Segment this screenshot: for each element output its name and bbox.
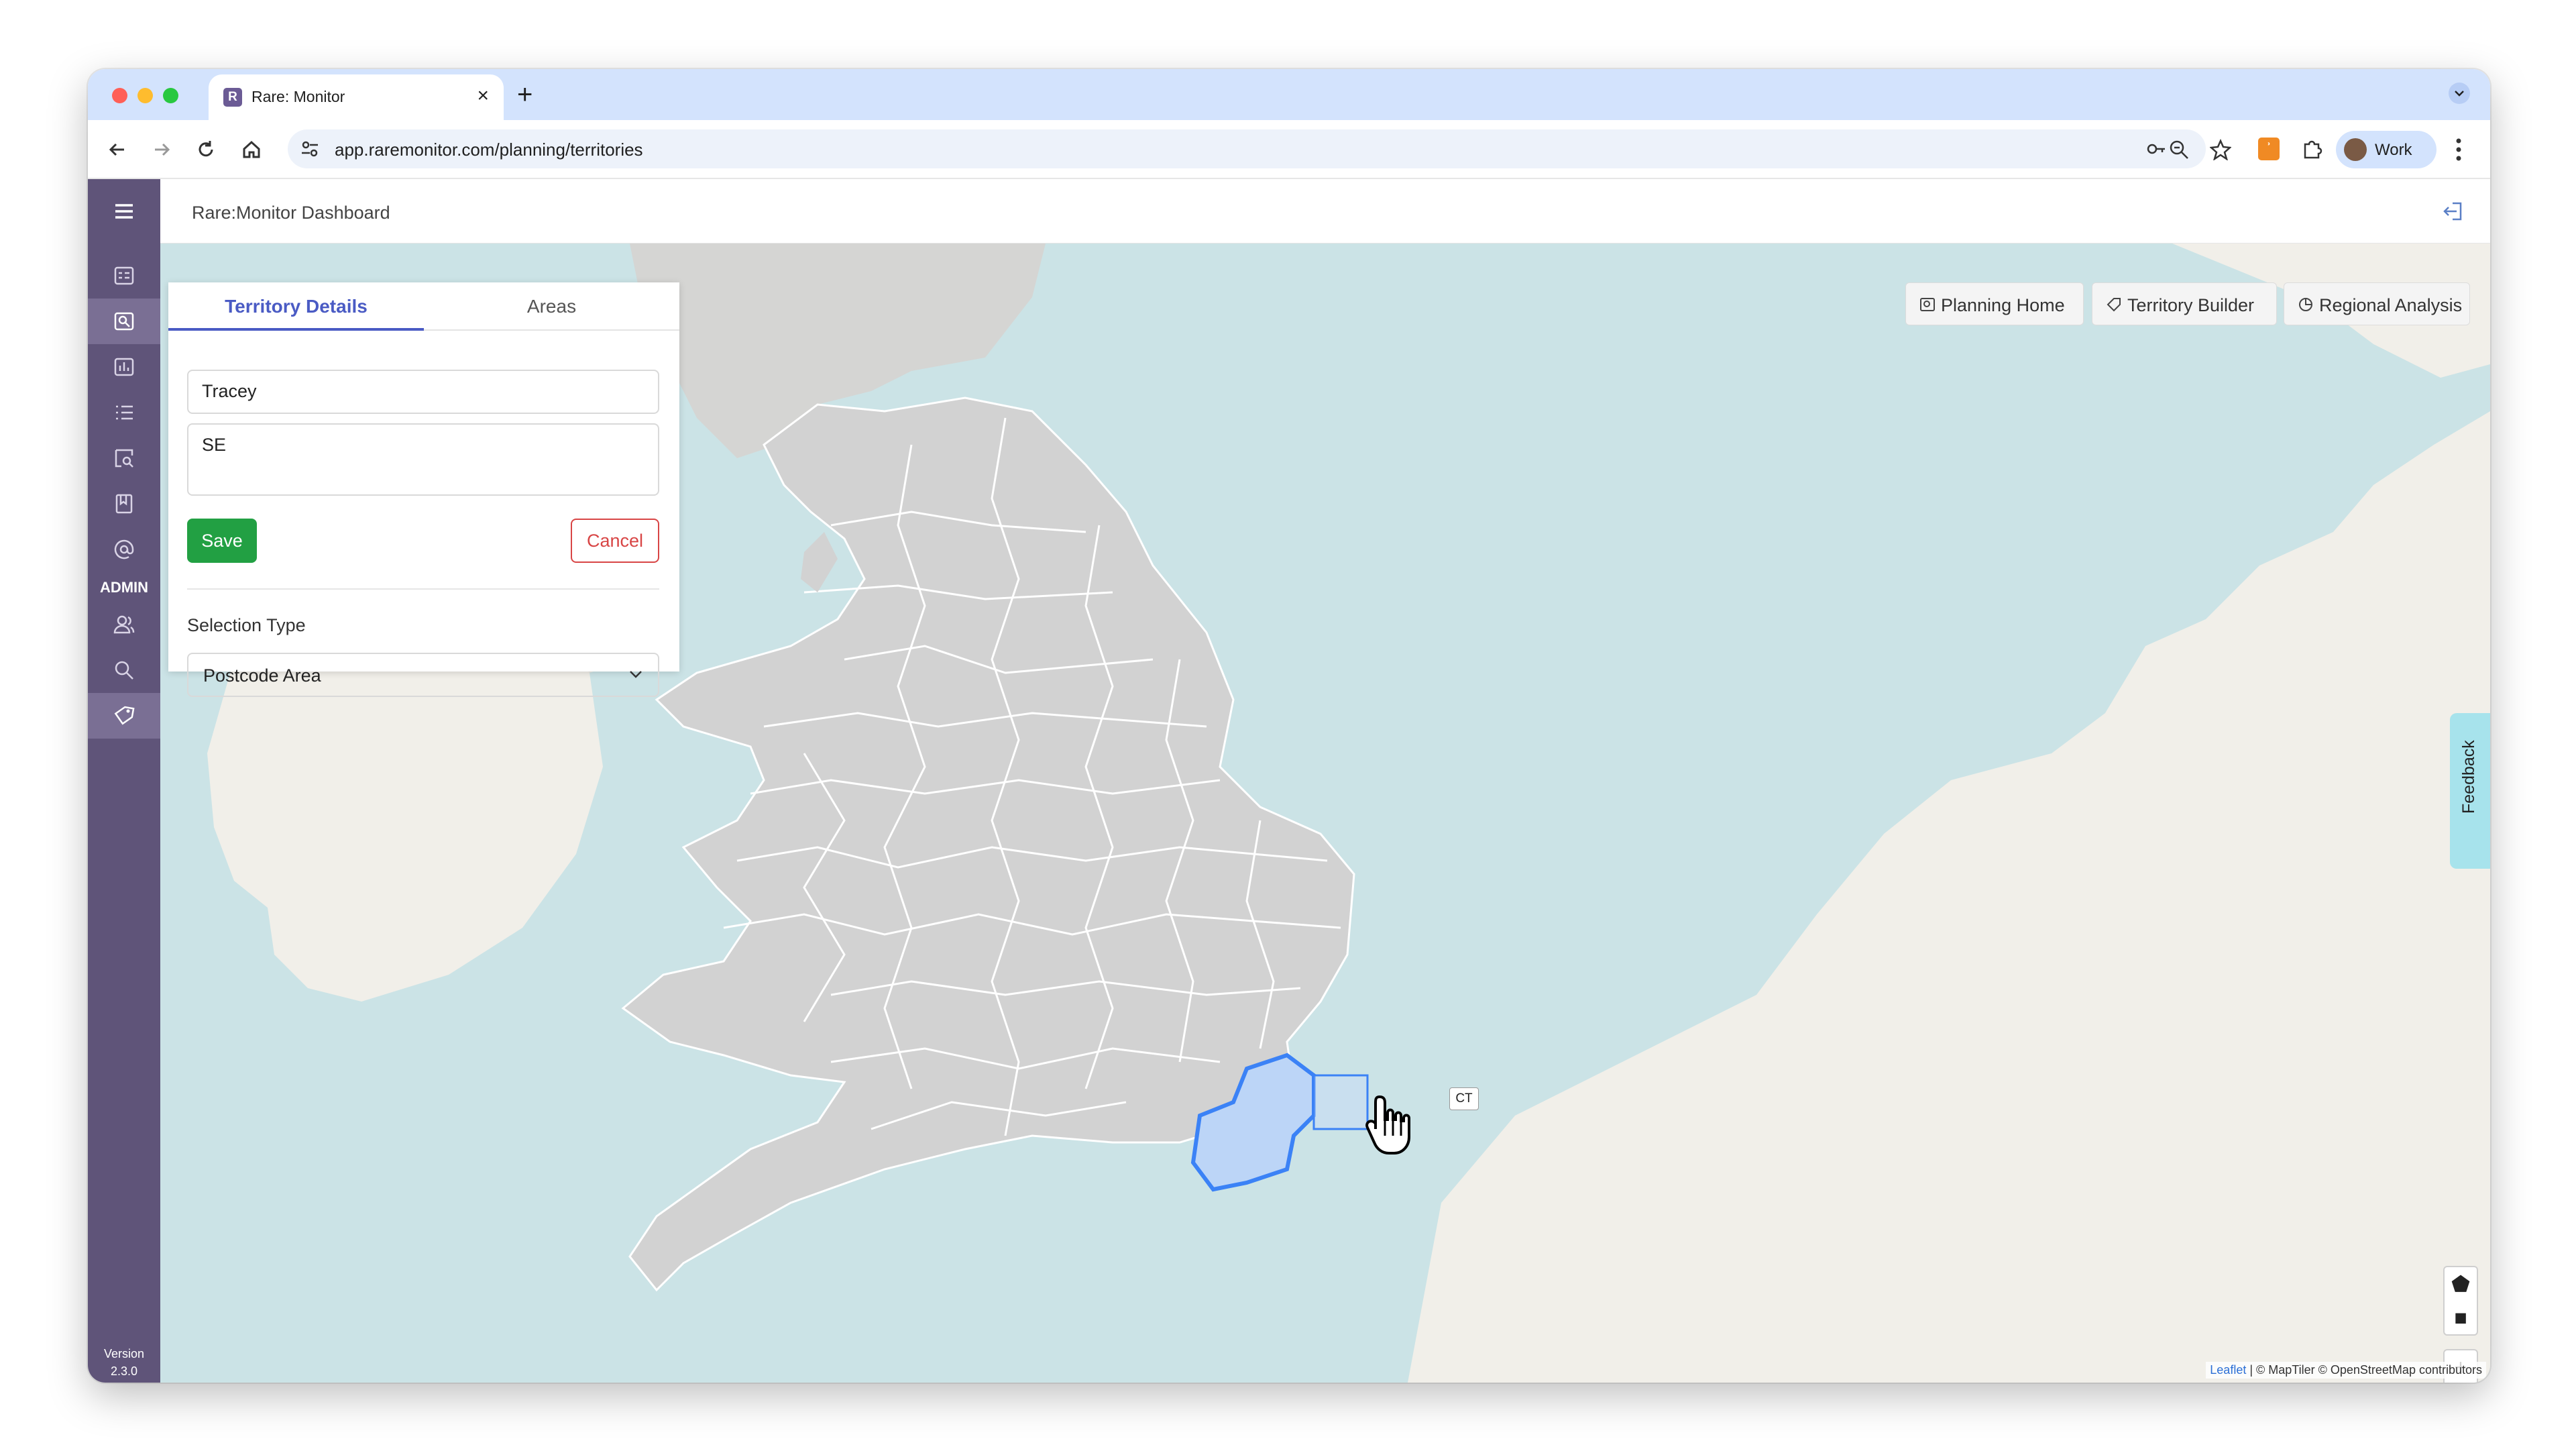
territory-map[interactable]: CT Territory Details Areas Tracey SE Sav… (160, 244, 2490, 1383)
planning-map-icon (114, 312, 134, 331)
url-text: app.raremonitor.com/planning/territories (335, 140, 643, 160)
browser-tab[interactable]: R Rare: Monitor × (209, 74, 504, 120)
sidebar-item-contact[interactable] (88, 527, 160, 572)
tab-search-button[interactable] (2449, 83, 2470, 104)
sidebar-section-admin: ADMIN (99, 579, 149, 596)
save-button[interactable]: Save (187, 519, 257, 563)
version-label: Version (103, 1347, 145, 1360)
tag-icon (114, 706, 135, 725)
territory-builder-label: Territory Builder (2127, 295, 2255, 315)
territory-name-input[interactable]: Tracey (187, 370, 659, 414)
site-settings-icon[interactable] (300, 139, 320, 159)
book-icon (115, 494, 133, 514)
minimize-window-button[interactable] (137, 88, 153, 103)
home-icon[interactable] (238, 136, 265, 163)
sidebar-item-analysis[interactable] (88, 435, 160, 481)
selection-type-label: Selection Type (187, 615, 306, 635)
tab-close-icon[interactable]: × (477, 85, 489, 107)
app-root: ADMIN Version 2.3.0 Rare:Monitor Dashboa… (88, 179, 2490, 1383)
panel-tabs: Territory Details Areas (168, 282, 679, 331)
users-icon (113, 615, 135, 634)
version-number: 2.3.0 (110, 1364, 138, 1378)
leaflet-link[interactable]: Leaflet (2210, 1363, 2246, 1377)
selection-type-select[interactable]: Postcode Area (187, 653, 659, 697)
bar-chart-icon (114, 358, 134, 376)
browser-toolbar: app.raremonitor.com/planning/territories… (88, 120, 2490, 179)
menu-toggle[interactable] (88, 189, 160, 234)
forward-arrow-icon[interactable] (148, 136, 175, 163)
tab-strip: R Rare: Monitor × + (88, 69, 2490, 120)
draw-tools: ⬟ ■ (2443, 1266, 2478, 1336)
selection-type-value: Postcode Area (203, 665, 321, 686)
sidebar-item-reports[interactable] (88, 344, 160, 390)
sidebar-item-search[interactable] (88, 647, 160, 693)
panel-divider (187, 588, 659, 590)
sidebar-item-library[interactable] (88, 481, 160, 527)
browser-window: R Rare: Monitor × + app.raremonitor.com/… (88, 69, 2490, 1383)
territory-builder-button[interactable]: Territory Builder (2092, 282, 2277, 325)
profile-label: Work (2375, 141, 2412, 159)
app-header: Rare:Monitor Dashboard (160, 179, 2490, 244)
territory-description-textarea[interactable]: SE (187, 423, 659, 496)
area-tooltip: CT (1449, 1087, 1479, 1110)
sidebar-item-territories[interactable] (88, 693, 160, 739)
draw-polygon-icon[interactable]: ⬟ (2445, 1267, 2477, 1301)
search-icon (115, 661, 133, 680)
new-tab-icon[interactable]: + (517, 80, 533, 110)
sidebar: ADMIN Version 2.3.0 (88, 179, 160, 1383)
planning-map-icon (1920, 298, 1935, 311)
address-bar[interactable]: app.raremonitor.com/planning/territories (288, 129, 2206, 168)
logout-icon[interactable] (2439, 198, 2466, 225)
page-title: Rare:Monitor Dashboard (192, 203, 390, 223)
browser-menu-icon[interactable] (2455, 138, 2462, 162)
password-key-icon[interactable] (2145, 139, 2167, 159)
planning-home-button[interactable]: Planning Home (1905, 282, 2084, 325)
regional-analysis-label: Regional Analysis (2319, 295, 2463, 315)
tab-title: Rare: Monitor (251, 88, 345, 105)
tab-territory-details[interactable]: Territory Details (168, 282, 424, 331)
sidebar-item-dashboard[interactable] (88, 253, 160, 299)
zoom-out-icon[interactable] (2168, 139, 2190, 160)
hover-selection-box (1312, 1074, 1369, 1130)
profile-button[interactable]: Work (2336, 131, 2437, 168)
bookmark-star-icon[interactable] (2210, 139, 2231, 160)
regional-analysis-icon (2299, 298, 2312, 311)
territory-panel: Territory Details Areas Tracey SE Save C… (168, 282, 679, 697)
chevron-down-icon (630, 671, 642, 678)
sidebar-item-lists[interactable] (88, 390, 160, 435)
tag-icon (2107, 298, 2121, 312)
draw-rectangle-icon[interactable]: ■ (2445, 1301, 2477, 1334)
feedback-label: Feedback (2459, 740, 2478, 814)
chevron-down-icon (2455, 91, 2464, 97)
sidebar-item-users[interactable] (88, 602, 160, 647)
feedback-tab[interactable]: Feedback (2450, 713, 2490, 869)
at-sign-icon (114, 539, 134, 559)
map-attribution: Leaflet | © MapTiler © OpenStreetMap con… (2206, 1362, 2486, 1379)
extension-icon[interactable]: ʾ (2258, 138, 2280, 160)
reload-icon[interactable] (192, 136, 219, 163)
back-arrow-icon[interactable] (104, 136, 131, 163)
extensions-puzzle-icon[interactable] (2301, 138, 2324, 160)
chart-search-icon (115, 449, 133, 468)
sidebar-item-planning[interactable] (88, 299, 160, 344)
regional-analysis-button[interactable]: Regional Analysis (2284, 282, 2470, 325)
close-window-button[interactable] (112, 88, 127, 103)
avatar (2344, 138, 2367, 161)
tab-favicon-icon: R (223, 88, 242, 107)
hamburger-icon (115, 204, 133, 219)
dashboard-icon (114, 266, 134, 285)
list-icon (116, 405, 133, 420)
planning-home-label: Planning Home (1941, 295, 2065, 315)
version-info: Version 2.3.0 (88, 1345, 160, 1380)
tab-areas[interactable]: Areas (424, 282, 679, 331)
attribution-text: | © MapTiler © OpenStreetMap contributor… (2246, 1363, 2482, 1377)
maximize-window-button[interactable] (163, 88, 178, 103)
cancel-button[interactable]: Cancel (571, 519, 659, 563)
